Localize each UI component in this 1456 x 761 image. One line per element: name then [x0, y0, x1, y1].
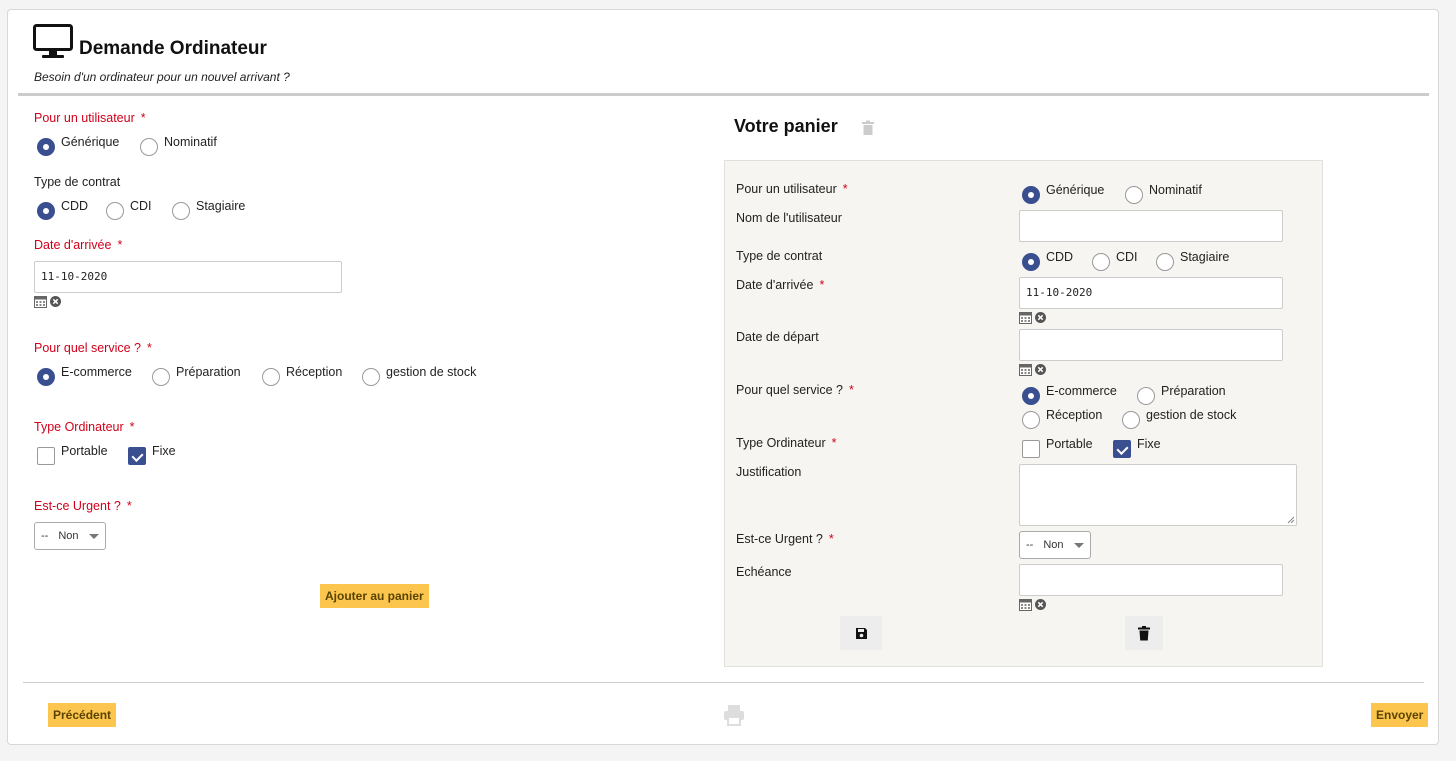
radio-indicator[interactable] — [1022, 253, 1040, 271]
cart-service-label: Pour quel service ? * — [736, 383, 854, 397]
urgent-label: Est-ce Urgent ? * — [34, 499, 132, 513]
add-to-cart-button[interactable]: Ajouter au panier — [320, 584, 429, 608]
page-subtitle: Besoin d'un ordinateur pour un nouvel ar… — [34, 70, 290, 84]
user-type-label: Pour un utilisateur * — [34, 111, 146, 125]
radio-indicator[interactable] — [1137, 387, 1155, 405]
user-type-generique-radio[interactable]: Générique — [37, 135, 119, 156]
contract-cdd-radio[interactable]: CDD — [37, 199, 88, 220]
checkbox-indicator[interactable] — [1022, 440, 1040, 458]
cart-user-generique-radio[interactable]: Générique — [1022, 183, 1104, 204]
radio-indicator[interactable] — [1022, 387, 1040, 405]
checkbox-indicator[interactable] — [1113, 440, 1131, 458]
service-ecommerce-radio[interactable]: E-commerce — [37, 365, 132, 386]
trash-icon[interactable] — [861, 120, 875, 136]
radio-indicator[interactable] — [1022, 411, 1040, 429]
radio-indicator[interactable] — [1092, 253, 1110, 271]
form-card: Demande Ordinateur Besoin d'un ordinateu… — [7, 9, 1439, 745]
clear-icon[interactable] — [1035, 364, 1046, 375]
cart-service-gestion-stock-radio[interactable]: gestion de stock — [1122, 408, 1236, 429]
resize-grip-icon[interactable] — [1287, 516, 1295, 524]
cart-contract-cdd-radio[interactable]: CDD — [1022, 250, 1073, 271]
chevron-down-icon — [1073, 542, 1084, 548]
footer-divider — [23, 682, 1424, 683]
cart-urgent-label: Est-ce Urgent ? * — [736, 532, 834, 546]
cart-justification-label: Justification — [736, 465, 802, 479]
calendar-icon[interactable] — [1019, 363, 1032, 376]
monitor-icon — [33, 24, 73, 58]
cart-service-preparation-radio[interactable]: Préparation — [1137, 384, 1226, 405]
calendar-icon[interactable] — [1019, 311, 1032, 324]
clear-icon[interactable] — [50, 296, 61, 307]
radio-indicator[interactable] — [362, 368, 380, 386]
cart-deadline-input[interactable] — [1019, 564, 1283, 596]
cart-justification-textarea[interactable] — [1019, 464, 1297, 526]
radio-indicator[interactable] — [37, 368, 55, 386]
cart-user-name-label: Nom de l'utilisateur — [736, 211, 842, 225]
cart-contract-cdi-radio[interactable]: CDI — [1092, 250, 1138, 271]
radio-indicator[interactable] — [1125, 186, 1143, 204]
save-icon — [855, 627, 867, 639]
clear-icon[interactable] — [1035, 599, 1046, 610]
arrival-date-label: Date d'arrivée * — [34, 238, 123, 252]
cart-user-nominatif-radio[interactable]: Nominatif — [1125, 183, 1202, 204]
cart-service-ecommerce-radio[interactable]: E-commerce — [1022, 384, 1117, 405]
radio-indicator[interactable] — [1122, 411, 1140, 429]
cart-departure-label: Date de départ — [736, 330, 819, 344]
service-preparation-radio[interactable]: Préparation — [152, 365, 241, 386]
calendar-icon[interactable] — [1019, 598, 1032, 611]
urgent-select[interactable]: -- Non — [34, 522, 106, 550]
cart-service-reception-radio[interactable]: Réception — [1022, 408, 1102, 429]
computer-fixe-checkbox[interactable]: Fixe — [128, 444, 176, 465]
calendar-icon[interactable] — [34, 295, 47, 308]
computer-type-label: Type Ordinateur * — [34, 420, 135, 434]
cart-contract-label: Type de contrat — [736, 249, 823, 263]
radio-indicator[interactable] — [1156, 253, 1174, 271]
chevron-down-icon — [88, 533, 99, 539]
radio-indicator[interactable] — [37, 138, 55, 156]
service-label: Pour quel service ? * — [34, 341, 152, 355]
cart-delete-button[interactable] — [1125, 616, 1163, 650]
print-icon[interactable] — [722, 703, 746, 727]
computer-portable-checkbox[interactable]: Portable — [37, 444, 108, 465]
cart-computer-type-label: Type Ordinateur * — [736, 436, 837, 450]
cart-departure-input[interactable] — [1019, 329, 1283, 361]
contract-cdi-radio[interactable]: CDI — [106, 199, 152, 220]
radio-indicator[interactable] — [140, 138, 158, 156]
cart-contract-stagiaire-radio[interactable]: Stagiaire — [1156, 250, 1229, 271]
cart-arrival-input[interactable]: 11-10-2020 — [1019, 277, 1283, 309]
service-gestion-stock-radio[interactable]: gestion de stock — [362, 365, 476, 386]
arrival-date-input[interactable]: 11-10-2020 — [34, 261, 342, 293]
send-button[interactable]: Envoyer — [1371, 703, 1429, 727]
cart-arrival-label: Date d'arrivée * — [736, 278, 825, 292]
contract-type-label: Type de contrat — [34, 175, 121, 189]
radio-indicator[interactable] — [172, 202, 190, 220]
cart-save-button[interactable] — [840, 616, 882, 650]
service-reception-radio[interactable]: Réception — [262, 365, 342, 386]
cart-user-type-label: Pour un utilisateur * — [736, 182, 848, 196]
cart-computer-portable-checkbox[interactable]: Portable — [1022, 437, 1093, 458]
checkbox-indicator[interactable] — [128, 447, 146, 465]
cart-urgent-select[interactable]: -- Non — [1019, 531, 1091, 559]
cart-deadline-label: Echéance — [736, 565, 792, 579]
radio-indicator[interactable] — [37, 202, 55, 220]
clear-icon[interactable] — [1035, 312, 1046, 323]
user-type-nominatif-radio[interactable]: Nominatif — [140, 135, 217, 156]
checkbox-indicator[interactable] — [37, 447, 55, 465]
cart-title: Votre panier — [734, 116, 838, 136]
radio-indicator[interactable] — [262, 368, 280, 386]
radio-indicator[interactable] — [106, 202, 124, 220]
radio-indicator[interactable] — [1022, 186, 1040, 204]
contract-stagiaire-radio[interactable]: Stagiaire — [172, 199, 245, 220]
previous-button[interactable]: Précédent — [48, 703, 117, 727]
page-title: Demande Ordinateur — [79, 38, 267, 59]
cart-user-name-input[interactable] — [1019, 210, 1283, 242]
cart-computer-fixe-checkbox[interactable]: Fixe — [1113, 437, 1161, 458]
header-divider — [18, 93, 1429, 96]
radio-indicator[interactable] — [152, 368, 170, 386]
trash-icon — [1138, 625, 1150, 640]
